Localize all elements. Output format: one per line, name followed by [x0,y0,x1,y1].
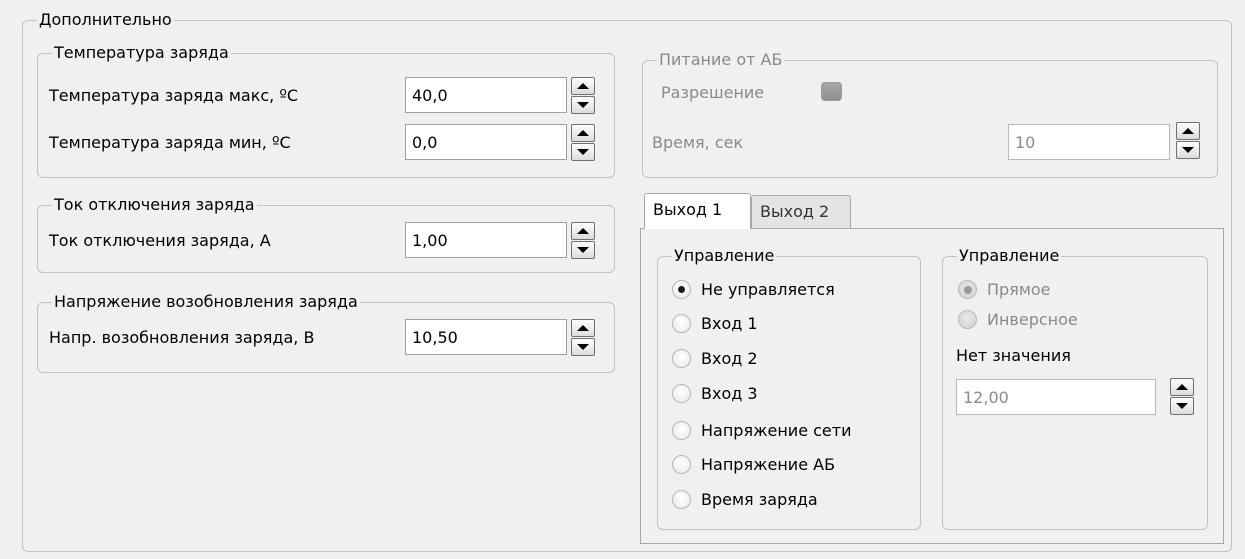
arrow-down-icon[interactable] [571,241,595,259]
radio-inverse[interactable]: Инверсное [958,310,1078,329]
arrow-up-icon[interactable] [571,77,595,95]
tab-output-2-label: Выход 2 [760,202,830,221]
radio-label: Напряжение сети [701,421,852,440]
cutoff-current-input[interactable] [405,222,567,258]
mode-group-title: Управление [957,246,1062,266]
resume-voltage-label: Напр. возобновления заряда, В [49,328,315,347]
arrow-down-icon[interactable] [571,96,595,114]
tab-output-1[interactable]: Выход 1 [644,193,751,229]
arrow-down-icon[interactable] [571,338,595,356]
radio-label: Вход 2 [701,349,758,368]
tab-output-2[interactable]: Выход 2 [751,195,851,228]
radio-label: Вход 1 [701,314,758,333]
radio-input-1[interactable]: Вход 1 [672,314,758,333]
radio-direct[interactable]: Прямое [958,280,1051,299]
radio-label: Инверсное [987,310,1078,329]
battery-time-label: Время, сек [652,133,744,152]
cutoff-current-label: Ток отключения заряда, А [49,231,271,250]
arrow-down-icon[interactable] [571,143,595,161]
arrow-up-icon[interactable] [571,124,595,142]
radio-icon[interactable] [672,384,691,403]
radio-label: Вход 3 [701,384,758,403]
resume-voltage-spinner[interactable] [571,319,595,356]
radio-icon[interactable] [672,314,691,333]
temp-min-spinner[interactable] [571,124,595,161]
radio-label: Не управляется [701,280,835,299]
battery-time-input[interactable] [1008,124,1170,160]
additional-group-title: Дополнительно [37,10,174,30]
radio-icon[interactable] [672,421,691,440]
charge-temperature-title: Температура заряда [52,43,231,63]
battery-enable-checkbox[interactable] [821,82,842,101]
radio-icon[interactable] [672,349,691,368]
radio-selected-icon[interactable] [672,280,691,299]
radio-battery-voltage[interactable]: Напряжение АБ [672,455,835,474]
cutoff-current-spinner[interactable] [571,222,595,259]
temp-max-spinner[interactable] [571,77,595,114]
temp-max-label: Температура заряда макс, ºС [49,86,299,105]
arrow-up-icon[interactable] [571,222,595,240]
no-value-input[interactable] [956,379,1156,415]
radio-icon[interactable] [672,490,691,509]
radio-input-2[interactable]: Вход 2 [672,349,758,368]
battery-power-title: Питание от АБ [657,50,785,70]
no-value-spinner[interactable] [1170,378,1194,415]
arrow-down-icon[interactable] [1176,141,1200,159]
temp-max-input[interactable] [405,77,567,113]
battery-time-spinner[interactable] [1176,122,1200,159]
arrow-up-icon[interactable] [1170,378,1194,396]
tab-output-1-label: Выход 1 [653,200,723,219]
radio-icon[interactable] [958,310,977,329]
cutoff-current-title: Ток отключения заряда [52,195,257,215]
radio-not-controlled[interactable]: Не управляется [672,280,835,299]
battery-power-group: Питание от АБ [642,50,1218,178]
radio-label: Напряжение АБ [701,455,836,474]
battery-enable-label: Разрешение [661,83,765,102]
temp-min-label: Температура заряда мин, ºС [49,133,291,152]
arrow-up-icon[interactable] [1176,122,1200,140]
resume-voltage-title: Напряжение возобновления заряда [52,292,360,312]
radio-icon[interactable] [672,455,691,474]
radio-charge-time[interactable]: Время заряда [672,490,818,509]
radio-selected-icon[interactable] [958,280,977,299]
arrow-down-icon[interactable] [1170,397,1194,415]
arrow-up-icon[interactable] [571,319,595,337]
no-value-label: Нет значения [956,346,1071,365]
control-group-title: Управление [672,246,777,266]
radio-mains-voltage[interactable]: Напряжение сети [672,421,851,440]
radio-label: Время заряда [701,490,818,509]
temp-min-input[interactable] [405,124,567,160]
resume-voltage-input[interactable] [405,319,567,355]
radio-input-3[interactable]: Вход 3 [672,384,758,403]
radio-label: Прямое [987,280,1051,299]
